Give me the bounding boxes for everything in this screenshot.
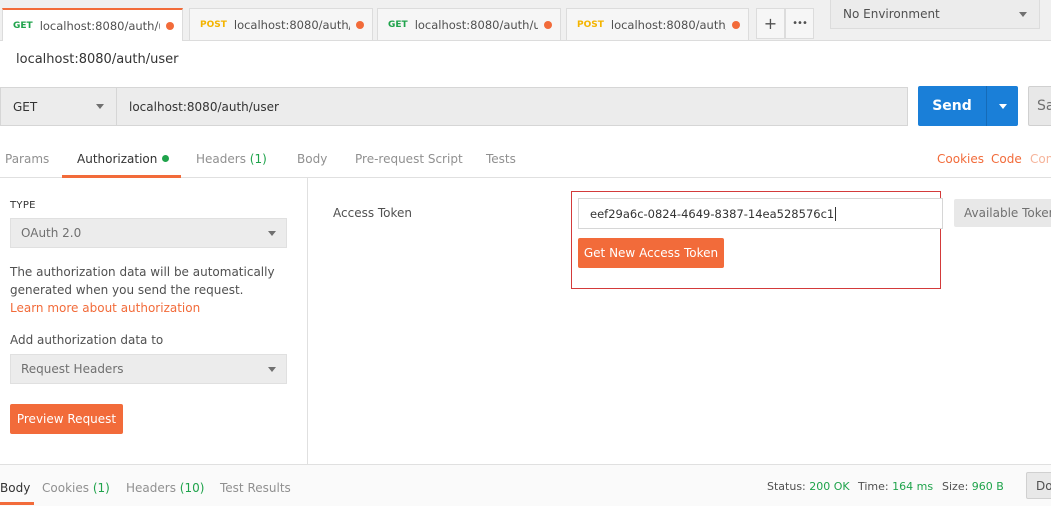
access-token-input[interactable]: eef29a6c-0824-4649-8387-14ea528576c1 (578, 198, 943, 229)
size-label: Size: (942, 480, 969, 493)
comments-link[interactable]: Con (1030, 152, 1051, 166)
send-label: Send (932, 98, 972, 114)
response-bar: Body Cookies (1) Headers (10) Test Resul… (0, 464, 1051, 506)
tab-prerequest-script[interactable]: Pre-request Script (355, 152, 463, 166)
auth-type-label: TYPE (10, 200, 36, 211)
request-title: localhost:8080/auth/user (16, 52, 179, 67)
unsaved-dot-icon (732, 20, 740, 29)
more-icon: ••• (792, 18, 808, 29)
access-token-label: Access Token (333, 206, 413, 220)
tab-url: localhost:8080/auth/use (233, 17, 350, 32)
get-new-access-token-button[interactable]: Get New Access Token (578, 238, 724, 268)
response-cookies-label: Cookies (42, 481, 89, 495)
url-value: localhost:8080/auth/user (129, 99, 279, 114)
response-tab-test-results[interactable]: Test Results (220, 481, 291, 495)
code-link[interactable]: Code (991, 152, 1022, 166)
environment-selector[interactable]: No Environment (830, 0, 1040, 29)
request-tab-4[interactable]: POST localhost:8080/auth/use (566, 8, 749, 40)
tab-authorization-label: Authorization (77, 152, 158, 166)
chevron-down-icon (268, 230, 276, 236)
time-label: Time: (858, 480, 889, 493)
preview-request-button[interactable]: Preview Request (10, 404, 123, 434)
tab-authorization[interactable]: Authorization (77, 152, 170, 166)
status-label: Status: (767, 480, 806, 493)
send-options-button[interactable] (987, 103, 1018, 109)
new-tab-button[interactable]: + (756, 8, 785, 39)
tab-method: POST (577, 19, 604, 30)
tab-url: localhost:8080/auth/user (39, 18, 160, 33)
tab-params[interactable]: Params (5, 152, 49, 166)
download-label: Do (1036, 478, 1051, 493)
tab-method: GET (388, 19, 408, 30)
unsaved-dot-icon (356, 20, 364, 29)
request-tab-1[interactable]: GET localhost:8080/auth/user (2, 8, 183, 41)
chevron-down-icon (96, 104, 104, 109)
auth-type-select[interactable]: OAuth 2.0 (10, 218, 287, 248)
tab-body[interactable]: Body (297, 152, 327, 166)
auth-description: The authorization data will be automatic… (10, 263, 280, 317)
download-button[interactable]: Do (1026, 472, 1051, 499)
tab-method: GET (13, 20, 33, 31)
available-tokens-select[interactable]: Available Tokens (954, 199, 1051, 227)
active-dot-icon (162, 155, 170, 162)
response-tab-body[interactable]: Body (0, 481, 30, 495)
tab-method: POST (200, 19, 227, 30)
request-tab-2[interactable]: POST localhost:8080/auth/use (189, 8, 373, 40)
tab-url: localhost:8080/auth/user/ (414, 17, 538, 32)
method-select[interactable]: GET (0, 87, 117, 126)
response-tab-cookies[interactable]: Cookies (1) (42, 481, 110, 495)
tab-tests[interactable]: Tests (486, 152, 516, 166)
available-tokens-label: Available Tokens (964, 206, 1051, 220)
text-cursor (835, 206, 837, 221)
learn-more-link[interactable]: Learn more about authorization (10, 301, 200, 315)
method-value: GET (13, 99, 38, 114)
tab-url: localhost:8080/auth/use (610, 17, 726, 32)
tab-headers[interactable]: Headers (1) (196, 152, 267, 166)
save-button[interactable]: Sa (1028, 86, 1051, 126)
response-tab-headers[interactable]: Headers (10) (126, 481, 204, 495)
plus-icon: + (763, 14, 778, 33)
chevron-down-icon (268, 366, 276, 372)
request-tab-3[interactable]: GET localhost:8080/auth/user/ (377, 8, 561, 40)
access-token-value: eef29a6c-0824-4649-8387-14ea528576c1 (590, 206, 835, 221)
time-value: 164 ms (892, 480, 934, 493)
chevron-down-icon (998, 103, 1007, 109)
headers-count: (1) (249, 152, 267, 166)
send-button[interactable]: Send (918, 86, 1018, 126)
response-cookies-count: (1) (92, 481, 110, 495)
add-auth-to-select[interactable]: Request Headers (10, 354, 287, 384)
response-headers-count: (10) (179, 481, 205, 495)
chevron-down-icon (1019, 11, 1027, 17)
status-value: 200 OK (809, 480, 850, 493)
response-status: Status: 200 OK (767, 480, 850, 493)
unsaved-dot-icon (544, 20, 552, 29)
request-tabs: Params Authorization Headers (1) Body Pr… (0, 138, 1051, 178)
get-new-access-token-label: Get New Access Token (583, 246, 719, 260)
response-headers-label: Headers (126, 481, 176, 495)
size-value: 960 B (971, 480, 1004, 493)
tab-headers-label: Headers (196, 152, 246, 166)
tab-options-button[interactable]: ••• (785, 8, 814, 39)
add-auth-to-label: Add authorization data to (10, 333, 164, 347)
cookies-link[interactable]: Cookies (937, 152, 984, 166)
auth-type-value: OAuth 2.0 (21, 226, 82, 240)
preview-request-label: Preview Request (16, 412, 117, 426)
response-size: Size: 960 B (942, 480, 1004, 493)
unsaved-dot-icon (166, 21, 174, 30)
response-active-tab-indicator (0, 502, 34, 505)
response-time: Time: 164 ms (858, 480, 933, 493)
url-input[interactable]: localhost:8080/auth/user (116, 87, 908, 126)
environment-value: No Environment (843, 7, 940, 21)
save-label: Sa (1037, 98, 1051, 114)
auth-description-text: The authorization data will be automatic… (10, 265, 275, 297)
add-auth-to-value: Request Headers (21, 362, 124, 376)
